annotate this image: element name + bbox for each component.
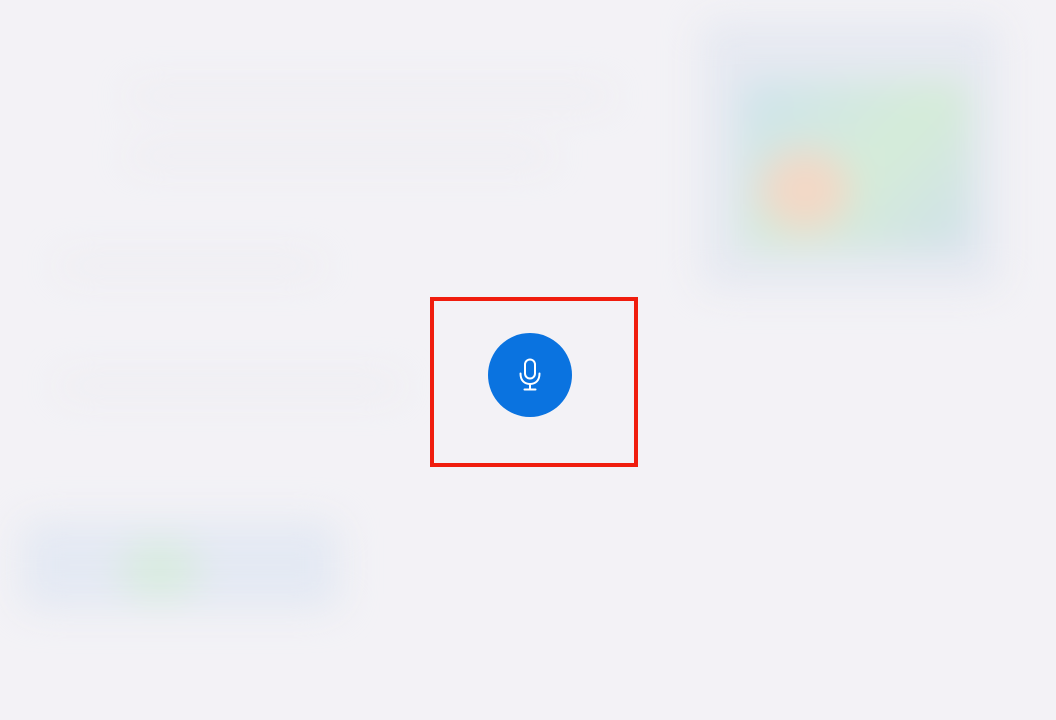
background-card-accent	[120, 540, 200, 600]
background-text-line	[60, 260, 320, 272]
background-text-line	[130, 150, 550, 162]
background-text-line	[130, 90, 610, 102]
background-thumbnail-accent	[760, 150, 850, 230]
microphone-icon	[518, 358, 542, 392]
voice-input-button[interactable]	[488, 333, 572, 417]
background-text-line	[60, 380, 400, 392]
